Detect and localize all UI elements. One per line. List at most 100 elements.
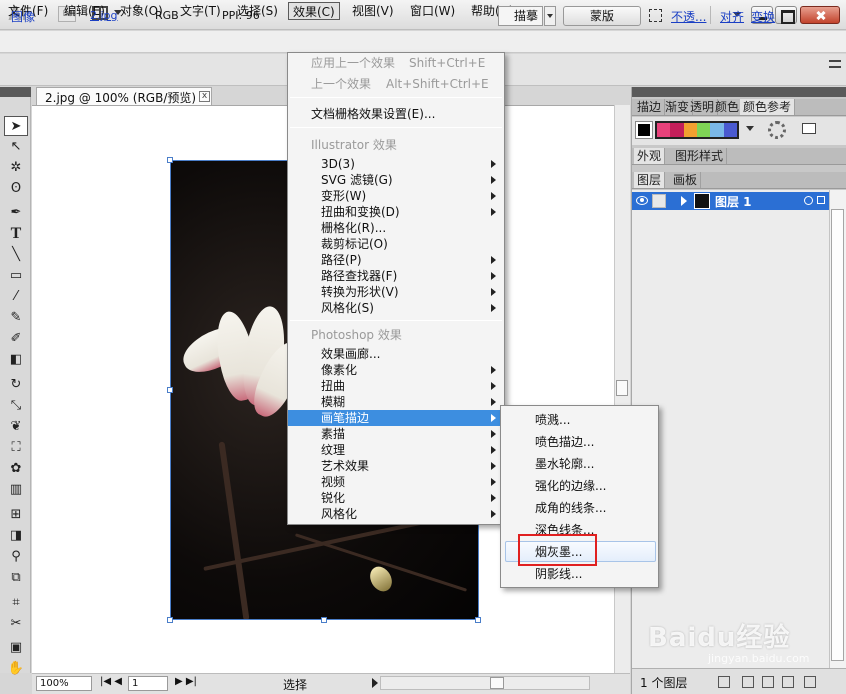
new-layer-icon[interactable] <box>782 676 794 688</box>
color-chip[interactable] <box>683 123 697 137</box>
color-chip[interactable] <box>657 123 671 137</box>
slice-tool-icon[interactable]: ⌗ <box>4 593 28 613</box>
tab-color[interactable]: 颜色 <box>712 99 744 115</box>
submenu-angled-strokes[interactable]: 成角的线条... <box>535 500 606 516</box>
status-mode[interactable]: 选择 <box>283 676 307 693</box>
menu-type[interactable]: 文字(T) <box>176 2 225 20</box>
clipping-mask-icon[interactable] <box>742 676 754 688</box>
pen-tool-icon[interactable]: ✒ <box>4 203 28 223</box>
menu-convert-to-shape[interactable]: 转换为形状(V) <box>288 284 504 300</box>
gear-icon[interactable] <box>768 121 786 139</box>
menu-stylize-illustrator[interactable]: 风格化(S) <box>288 300 504 316</box>
color-chip[interactable] <box>710 123 724 137</box>
tab-stroke[interactable]: 描边 <box>634 99 666 115</box>
scissors-tool-icon[interactable]: ✂ <box>4 614 28 634</box>
tab-color-guide[interactable]: 颜色参考 <box>740 99 796 115</box>
canvas-scroll-thumb[interactable] <box>616 380 628 396</box>
tab-appearance[interactable]: 外观 <box>634 148 666 164</box>
target-icon[interactable] <box>804 196 813 205</box>
direct-selection-tool-icon[interactable]: ↖ <box>4 137 28 157</box>
recolor-icon[interactable] <box>649 9 662 22</box>
transform-link[interactable]: 变换 <box>751 8 775 25</box>
gradient-tool-icon[interactable]: ◨ <box>4 526 28 546</box>
save-group-icon[interactable] <box>802 123 816 134</box>
menu-pathfinder[interactable]: 路径查找器(F) <box>288 268 504 284</box>
opacity-link[interactable]: 不透... <box>671 8 706 25</box>
zoom-field[interactable]: 100% <box>36 676 92 691</box>
rectangle-tool-icon[interactable]: ▭ <box>4 266 28 286</box>
linked-file-link[interactable]: 2.jpg <box>90 9 118 22</box>
symbol-sprayer-tool-icon[interactable]: ✿ <box>4 459 28 479</box>
column-graph-tool-icon[interactable]: ▥ <box>4 480 28 500</box>
type-tool-icon[interactable]: T <box>4 224 28 244</box>
menu-artistic[interactable]: 艺术效果 <box>288 458 504 474</box>
submenu-ink-outlines[interactable]: 墨水轮廓... <box>535 456 594 472</box>
menu-last-effect[interactable]: 上一个效果 Alt+Shift+Ctrl+E <box>288 76 504 92</box>
trash-icon[interactable] <box>804 676 816 688</box>
bbox-handle[interactable] <box>167 157 173 163</box>
eyedropper-tool-icon[interactable]: ⚲ <box>4 547 28 567</box>
locate-object-icon[interactable] <box>718 676 730 688</box>
warp-tool-icon[interactable]: ❦ <box>4 417 28 437</box>
visibility-eye-icon[interactable] <box>636 196 648 205</box>
menu-texture[interactable]: 纹理 <box>288 442 504 458</box>
menu-distort[interactable]: 扭曲 <box>288 378 504 394</box>
color-chip[interactable] <box>696 123 711 137</box>
status-menu-icon[interactable] <box>372 678 378 688</box>
menu-distort-transform[interactable]: 扭曲和变换(D) <box>288 204 504 220</box>
document-tab[interactable]: 2.jpg @ 100% (RGB/预览) x <box>36 87 212 105</box>
pencil-tool-icon[interactable]: ✎ <box>4 308 28 328</box>
artboard-tool-icon[interactable]: ▣ <box>4 638 28 658</box>
live-trace-button[interactable]: 描摹 <box>498 6 543 26</box>
harmony-color-group[interactable] <box>655 121 739 139</box>
tab-artboards[interactable]: 画板 <box>670 172 702 188</box>
bbox-handle[interactable] <box>475 617 481 623</box>
submenu-accented-edges[interactable]: 强化的边缘... <box>535 478 606 494</box>
submenu-spatter[interactable]: 喷溅... <box>535 412 570 428</box>
menu-effect[interactable]: 效果(C) <box>288 2 340 20</box>
close-window-button[interactable] <box>800 6 840 24</box>
layer-name[interactable]: 图层 1 <box>715 193 752 210</box>
panel-menu-icon[interactable] <box>829 60 841 68</box>
base-color-swatch[interactable] <box>635 121 653 139</box>
menu-warp[interactable]: 变形(W) <box>288 188 504 204</box>
menu-brush-strokes[interactable]: 画笔描边 <box>288 410 504 426</box>
color-chip[interactable] <box>670 123 684 137</box>
menu-apply-last-effect[interactable]: 应用上一个效果 Shift+Ctrl+E <box>288 55 504 71</box>
first-artboard-icon[interactable]: |◀ ◀ <box>100 676 122 687</box>
blend-tool-icon[interactable]: ⧉ <box>4 568 28 588</box>
mask-button[interactable]: 蒙版 <box>563 6 641 26</box>
mesh-tool-icon[interactable]: ⊞ <box>4 505 28 525</box>
paintbrush-tool-icon[interactable]: ⁄ <box>4 287 28 307</box>
menu-path[interactable]: 路径(P) <box>288 252 504 268</box>
expand-triangle-icon[interactable] <box>681 196 687 206</box>
color-chip[interactable] <box>723 123 737 137</box>
bbox-handle[interactable] <box>167 387 173 393</box>
selection-indicator-icon[interactable] <box>817 196 825 204</box>
selection-tool-icon[interactable]: ➤ <box>4 116 28 136</box>
rotate-tool-icon[interactable]: ↻ <box>4 375 28 395</box>
harmony-dropdown-icon[interactable] <box>746 126 754 131</box>
align-link[interactable]: 对齐 <box>720 8 744 25</box>
menu-window[interactable]: 窗口(W) <box>406 2 459 20</box>
menu-crop-marks[interactable]: 裁剪标记(O) <box>288 236 504 252</box>
eraser-tool-icon[interactable]: ◧ <box>4 350 28 370</box>
menu-sharpen[interactable]: 锐化 <box>288 490 504 506</box>
menu-rasterize[interactable]: 栅格化(R)... <box>288 220 504 236</box>
menu-svg-filters[interactable]: SVG 滤镜(G) <box>288 172 504 188</box>
dock-header[interactable] <box>632 87 846 97</box>
maximize-button[interactable] <box>775 6 797 24</box>
horizontal-scrollbar[interactable] <box>380 676 590 690</box>
menu-stylize-photoshop[interactable]: 风格化 <box>288 506 504 522</box>
hand-tool-icon[interactable]: ✋ <box>4 659 28 679</box>
menu-sketch[interactable]: 素描 <box>288 426 504 442</box>
blob-brush-tool-icon[interactable]: ✐ <box>4 329 28 349</box>
free-transform-tool-icon[interactable]: ⛶ <box>4 438 28 458</box>
scale-tool-icon[interactable]: ⤡ <box>4 396 28 416</box>
lasso-tool-icon[interactable]: ʘ <box>4 179 28 199</box>
menu-pixelate[interactable]: 像素化 <box>288 362 504 378</box>
tab-layers[interactable]: 图层 <box>634 172 666 188</box>
line-tool-icon[interactable]: ╲ <box>4 245 28 265</box>
menu-effect-gallery[interactable]: 效果画廊... <box>288 346 504 362</box>
bbox-handle[interactable] <box>167 617 173 623</box>
